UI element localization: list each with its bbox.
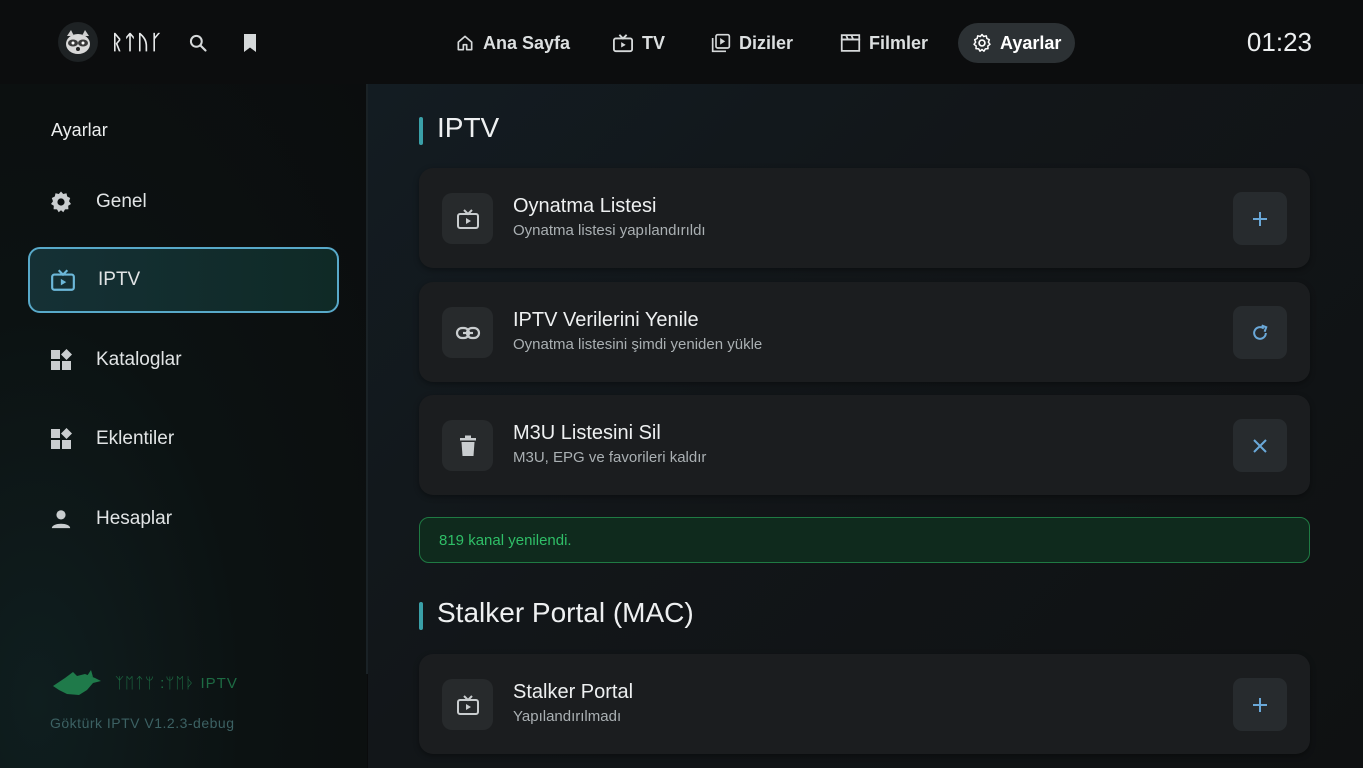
footer-brand: ᛉᛖᛏᛘ :ᛘᛖᚦ IPTV: [51, 668, 238, 698]
sidebar-item-label: Kataloglar: [96, 349, 182, 370]
link-icon: [442, 307, 493, 358]
app-logo[interactable]: [58, 22, 98, 62]
refresh-icon: [1253, 324, 1268, 340]
gear-icon: [48, 189, 74, 215]
refresh-button[interactable]: [1233, 306, 1287, 359]
top-bar: ᚱᛏᚢᚴ Ana Sayfa TV Diziler Filmler Ayarla…: [0, 0, 1363, 84]
nav-label: Filmler: [869, 32, 929, 53]
sidebar-item-label: Genel: [96, 191, 147, 212]
widgets-icon: [48, 347, 74, 373]
card-title: M3U Listesini Sil: [513, 422, 661, 444]
sidebar-item-eklentiler[interactable]: Eklentiler: [28, 406, 339, 472]
nav-filmler[interactable]: Filmler: [826, 23, 942, 63]
nav-ana-sayfa[interactable]: Ana Sayfa: [441, 23, 584, 63]
nav-diziler[interactable]: Diziler: [697, 23, 807, 63]
card-subtitle: Oynatma listesi yapılandırıldı: [513, 222, 706, 239]
tv-icon: [442, 193, 493, 244]
sidebar-item-kataloglar[interactable]: Kataloglar: [28, 327, 339, 393]
card-title: Oynatma Listesi: [513, 195, 657, 217]
wolf-logo-icon: [53, 670, 101, 695]
clock: 01:23: [1246, 27, 1312, 57]
card-title: IPTV Verilerini Yenile: [513, 309, 699, 331]
card-subtitle: M3U, EPG ve favorileri kaldır: [513, 449, 707, 466]
nav-tv[interactable]: TV: [598, 23, 679, 63]
settings-content: IPTV Oynatma Listesi Oynatma listesi yap…: [368, 84, 1363, 768]
tv-icon: [613, 34, 633, 53]
nav-label: Ana Sayfa: [483, 32, 571, 53]
footer-text: ᛉᛖᛏᛘ :ᛘᛖᚦ IPTV: [115, 674, 238, 692]
sidebar-item-label: IPTV: [98, 269, 141, 290]
bookmark-icon[interactable]: [239, 32, 261, 54]
sidebar-title: Ayarlar: [51, 120, 108, 140]
trash-icon: [442, 420, 493, 471]
tv-icon: [442, 679, 493, 730]
card-delete-m3u[interactable]: M3U Listesini Sil M3U, EPG ve favorileri…: [419, 395, 1310, 495]
add-stalker-button[interactable]: [1233, 678, 1287, 731]
gear-icon: [973, 33, 991, 52]
sidebar-item-genel[interactable]: Genel: [28, 169, 339, 235]
person-icon: [48, 506, 74, 532]
section-title-iptv: IPTV: [419, 112, 499, 145]
card-stalker-portal[interactable]: Stalker Portal Yapılandırılmadı: [419, 654, 1310, 754]
nav-ayarlar[interactable]: Ayarlar: [958, 23, 1076, 63]
plus-icon: [1253, 211, 1267, 226]
tv-icon: [50, 267, 76, 293]
status-notice: 819 kanal yenilendi.: [419, 517, 1310, 563]
home-icon: [457, 35, 473, 51]
sidebar-item-hesaplar[interactable]: Hesaplar: [28, 486, 339, 552]
search-icon[interactable]: [187, 32, 209, 54]
brand-name: ᚱᛏᚢᚴ: [111, 30, 163, 54]
section-title-stalker: Stalker Portal (MAC): [419, 597, 694, 630]
add-playlist-button[interactable]: [1233, 192, 1287, 245]
card-subtitle: Yapılandırılmadı: [513, 708, 622, 725]
card-refresh-iptv[interactable]: IPTV Verilerini Yenile Oynatma listesini…: [419, 282, 1310, 382]
widgets-icon: [48, 426, 74, 452]
video-library-icon: [711, 33, 731, 53]
sidebar-item-label: Hesaplar: [96, 508, 173, 529]
movie-clapper-icon: [840, 34, 861, 52]
delete-button[interactable]: [1233, 419, 1287, 472]
app-version: Göktürk IPTV V1.2.3-debug: [50, 715, 235, 731]
plus-icon: [1253, 697, 1267, 712]
raccoon-logo-icon: [66, 30, 90, 54]
close-icon: [1253, 438, 1267, 453]
nav-label: Ayarlar: [1000, 32, 1062, 53]
nav-label: Diziler: [739, 32, 794, 53]
nav-label: TV: [642, 32, 666, 53]
card-playlist[interactable]: Oynatma Listesi Oynatma listesi yapıland…: [419, 168, 1310, 268]
card-subtitle: Oynatma listesini şimdi yeniden yükle: [513, 336, 763, 353]
sidebar-item-iptv[interactable]: IPTV: [28, 247, 339, 313]
sidebar-item-label: Eklentiler: [96, 428, 175, 449]
card-title: Stalker Portal: [513, 681, 634, 703]
sidebar: Ayarlar Genel IPTV Kataloglar Eklentiler…: [0, 84, 367, 768]
